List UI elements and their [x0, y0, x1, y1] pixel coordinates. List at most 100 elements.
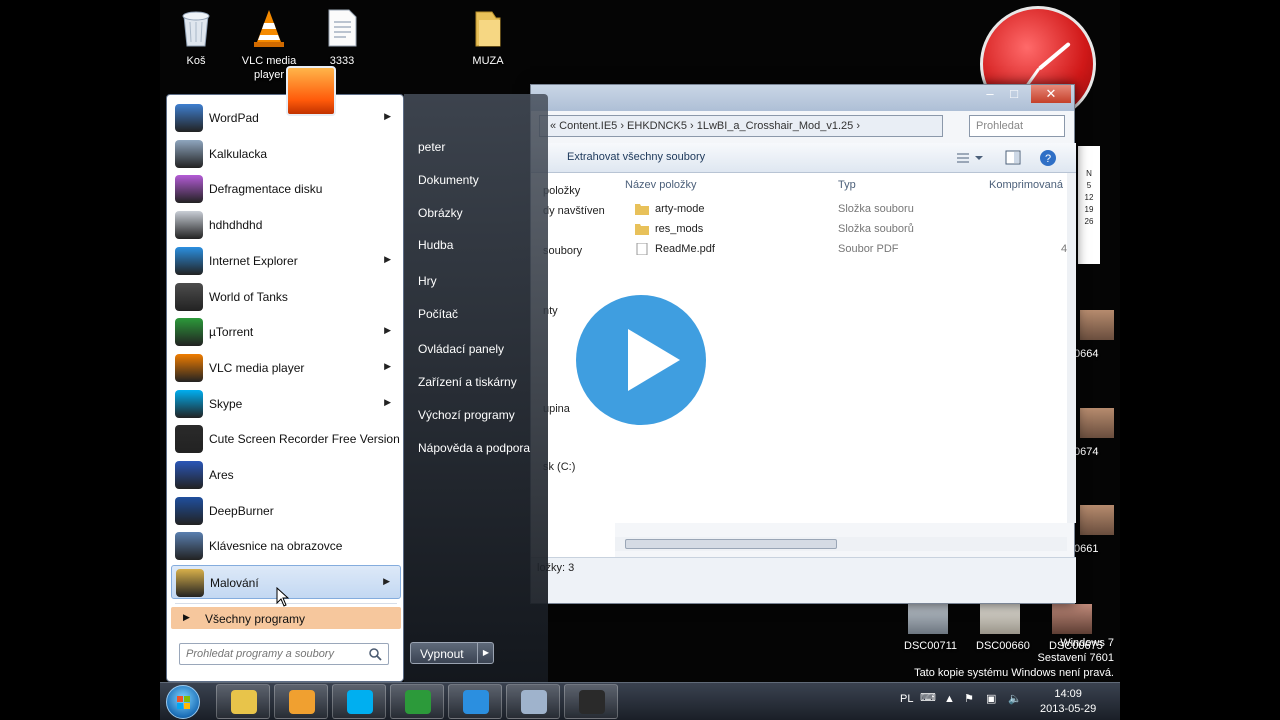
photo-thumbnail[interactable] [1080, 310, 1114, 340]
column-header-name[interactable]: Název položky [625, 179, 697, 191]
thumbnail-label: 0664 [1074, 348, 1099, 360]
program-label: Skype [209, 396, 243, 411]
taskbar-button-window[interactable] [506, 684, 560, 719]
help-icon[interactable]: ? [1039, 149, 1057, 167]
photo-thumbnail[interactable] [1080, 505, 1114, 535]
column-header-type[interactable]: Typ [838, 179, 856, 191]
all-programs-button[interactable]: ▶ Všechny programy [171, 607, 401, 629]
start-program-item[interactable]: µTorrent ▶ [171, 315, 401, 349]
preview-pane-icon[interactable] [1005, 150, 1021, 166]
skype-icon [347, 690, 373, 714]
start-program-item[interactable]: Cute Screen Recorder Free Version [171, 422, 401, 456]
horizontal-scrollbar[interactable] [615, 537, 1067, 551]
user-folder-link[interactable]: peter [418, 140, 445, 154]
file-row[interactable]: arty-mode Složka souboru [625, 201, 1065, 219]
start-program-item[interactable]: Klávesnice na obrazovce [171, 529, 401, 563]
taskbar-clock[interactable]: 14:09 2013-05-29 [1040, 687, 1096, 717]
program-icon [175, 318, 203, 347]
devices-printers-link[interactable]: Zařízení a tiskárny [418, 375, 517, 389]
pictures-link[interactable]: Obrázky [418, 206, 463, 220]
file-type: Složka souboru [838, 203, 914, 215]
file-row[interactable]: res_mods Složka souborů [625, 221, 1065, 239]
nav-item[interactable]: položky [543, 185, 580, 197]
taskbar-button-media-player[interactable] [274, 684, 328, 719]
nav-item[interactable]: dy navštíven [543, 205, 605, 217]
search-input[interactable]: Prohledat [969, 115, 1065, 137]
file-name: arty-mode [655, 203, 705, 215]
scrollbar-thumb[interactable] [625, 539, 837, 549]
address-bar-row: « Content.IE5 › EHKDNCK5 › 1LwBI_a_Cross… [531, 113, 1076, 139]
program-icon [175, 282, 203, 311]
help-support-link[interactable]: Nápověda a podpora [418, 441, 530, 455]
utorrent-icon [405, 690, 431, 714]
desktop-icon-3333[interactable]: 3333 [307, 8, 377, 68]
photo-thumbnail[interactable] [1052, 604, 1092, 634]
file-type: Soubor PDF [838, 243, 899, 255]
play-circle [576, 295, 706, 425]
folder-icon [475, 11, 501, 47]
taskbar-button-internet-explorer[interactable] [448, 684, 502, 719]
start-program-item[interactable]: Kalkulacka [171, 137, 401, 171]
photo-thumbnail[interactable] [908, 604, 948, 634]
start-program-item[interactable]: Ares [171, 458, 401, 492]
default-programs-link[interactable]: Výchozí programy [418, 408, 515, 422]
taskbar-button-skype[interactable] [332, 684, 386, 719]
submenu-arrow-icon: ▶ [383, 576, 390, 587]
documents-link[interactable]: Dokumenty [418, 173, 479, 187]
taskbar-button-utorrent[interactable] [390, 684, 444, 719]
program-label: VLC media player [209, 360, 305, 375]
column-header-compressed[interactable]: Komprimovaná [989, 179, 1063, 191]
shutdown-button[interactable]: Vypnout ▶ [410, 642, 494, 664]
keyboard-icon[interactable]: ⌨ [920, 691, 936, 704]
view-options-icon[interactable] [955, 151, 985, 165]
play-button[interactable] [568, 287, 714, 433]
show-hidden-icons-icon[interactable]: ▲ [944, 693, 955, 705]
toolbar: Extrahovat všechny soubory ? [531, 143, 1076, 173]
taskbar-button-explorer[interactable] [216, 684, 270, 719]
taskbar-button-screen-recorder[interactable] [564, 684, 618, 719]
desktop-icon-label: MUZA [472, 55, 504, 67]
photo-thumbnail[interactable] [1080, 408, 1114, 438]
maximize-button[interactable]: □ [1001, 85, 1027, 103]
volume-icon[interactable]: 🔈 [1008, 692, 1022, 705]
close-button[interactable]: ✕ [1031, 85, 1071, 103]
extract-all-button[interactable]: Extrahovat všechny soubory [567, 151, 705, 163]
program-label: DeepBurner [209, 503, 274, 518]
search-icon [369, 648, 382, 661]
network-icon[interactable]: ▣ [986, 692, 996, 705]
start-program-item[interactable]: Skype ▶ [171, 387, 401, 421]
language-indicator[interactable]: PL [900, 693, 913, 705]
action-center-flag-icon[interactable]: ⚑ [964, 692, 974, 705]
start-program-item[interactable]: VLC media player ▶ [171, 351, 401, 385]
photo-thumbnail[interactable] [980, 604, 1020, 634]
address-bar[interactable]: « Content.IE5 › EHKDNCK5 › 1LwBI_a_Cross… [539, 115, 943, 137]
program-label: µTorrent [209, 325, 254, 340]
start-program-item[interactable]: DeepBurner [171, 494, 401, 528]
start-search-box[interactable] [179, 643, 389, 665]
shutdown-options-arrow-icon[interactable]: ▶ [477, 643, 494, 663]
nav-item[interactable]: soubory [543, 245, 582, 257]
file-row[interactable]: ReadMe.pdf Soubor PDF [625, 241, 1065, 259]
play-icon [628, 329, 680, 391]
file-type: Složka souborů [838, 223, 914, 235]
start-program-item[interactable]: Internet Explorer ▶ [171, 244, 401, 278]
start-button[interactable] [166, 685, 200, 719]
desktop-icon-recycle-bin[interactable]: Koš [161, 8, 231, 68]
user-avatar[interactable] [286, 66, 336, 116]
minimize-button[interactable]: – [977, 85, 1003, 103]
computer-link[interactable]: Počítač [418, 307, 458, 321]
music-link[interactable]: Hudba [418, 238, 453, 252]
vertical-scrollbar[interactable] [1067, 173, 1076, 523]
desktop-icon-muza[interactable]: MUZA [453, 8, 523, 68]
start-program-item[interactable]: Defragmentace disku [171, 172, 401, 206]
program-label: Kalkulacka [209, 146, 268, 161]
submenu-arrow-icon: ▶ [384, 253, 391, 264]
program-icon [175, 246, 203, 275]
start-program-item[interactable]: hdhdhdhd [171, 208, 401, 242]
control-panel-link[interactable]: Ovládací panely [418, 342, 504, 356]
window-titlebar[interactable]: – □ ✕ [531, 85, 1074, 111]
start-program-item[interactable]: World of Tanks [171, 280, 401, 314]
program-label: Klávesnice na obrazovce [209, 539, 343, 554]
start-search-input[interactable] [186, 647, 362, 661]
games-link[interactable]: Hry [418, 274, 437, 288]
